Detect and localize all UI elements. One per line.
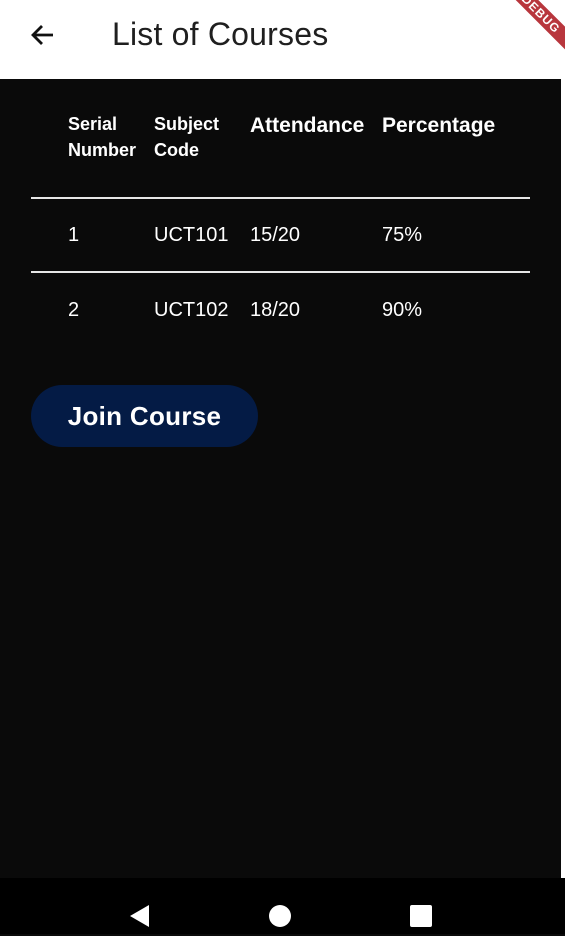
- header-serial-line1: Serial: [68, 114, 118, 134]
- nav-home-button[interactable]: [260, 896, 300, 936]
- cell-serial: 2: [68, 299, 80, 321]
- column-header-attendance: Attendance: [250, 114, 365, 137]
- app-bar: List of Courses: [0, 0, 561, 79]
- nav-recents-button[interactable]: [401, 896, 441, 936]
- debug-banner-label: DEBUG: [499, 0, 565, 56]
- cell-subject-code: UCT102: [154, 299, 229, 321]
- debug-banner: DEBUG: [495, 0, 565, 70]
- circle-home-icon: [269, 905, 291, 927]
- page-title: List of Courses: [112, 16, 329, 52]
- header-serial-line2: Number: [68, 140, 137, 160]
- header-subject-line2: Code: [154, 140, 199, 160]
- triangle-back-icon: [130, 905, 149, 927]
- course-list-panel: Serial Number Subject Code Attendance Pe…: [0, 79, 561, 878]
- nav-back-button[interactable]: [119, 896, 159, 936]
- right-edge: [561, 0, 565, 878]
- column-header-serial-number: Serial Number: [68, 111, 136, 163]
- cell-percentage: 75%: [382, 224, 423, 246]
- cell-serial: 1: [68, 224, 80, 246]
- cell-attendance: 15/20: [250, 224, 301, 246]
- cell-attendance: 18/20: [250, 299, 301, 321]
- column-header-subject-code: Subject Code: [154, 111, 219, 163]
- table-divider: [31, 197, 530, 199]
- table-divider: [31, 271, 530, 273]
- header-subject-line1: Subject: [154, 114, 220, 134]
- back-button[interactable]: [22, 14, 64, 56]
- cell-subject-code: UCT101: [154, 224, 229, 246]
- join-course-button[interactable]: Join Course: [31, 385, 258, 447]
- square-recents-icon: [410, 905, 432, 927]
- system-nav-bar: [0, 878, 565, 934]
- cell-percentage: 90%: [382, 299, 423, 321]
- column-header-percentage: Percentage: [382, 114, 496, 137]
- arrow-left-icon: [31, 25, 53, 45]
